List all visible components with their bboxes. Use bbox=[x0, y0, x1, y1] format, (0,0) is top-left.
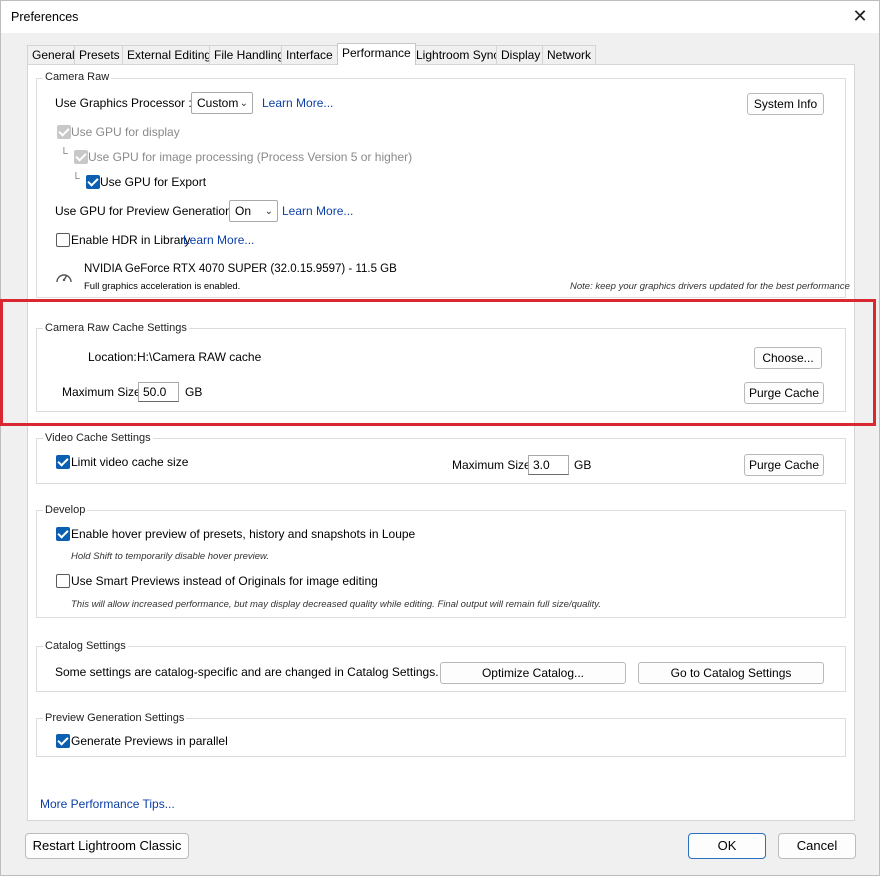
limit-video-cache-label: Limit video cache size bbox=[71, 455, 189, 469]
close-icon[interactable]: ✕ bbox=[847, 4, 873, 30]
window-title: Preferences bbox=[11, 10, 79, 24]
smart-previews-note: This will allow increased performance, b… bbox=[71, 599, 601, 610]
smart-previews-label: Use Smart Previews instead of Originals … bbox=[71, 574, 378, 588]
hdr-library-label: Enable HDR in Library bbox=[71, 233, 191, 247]
highlight-box bbox=[0, 299, 876, 426]
tab-network[interactable]: Network bbox=[542, 45, 597, 64]
gauge-icon bbox=[55, 269, 73, 285]
catalog-description: Some settings are catalog-specific and a… bbox=[55, 665, 439, 679]
tab-file-handling[interactable]: File Handling bbox=[209, 45, 290, 64]
tab-external-editing[interactable]: External Editing bbox=[122, 45, 217, 64]
gpu-preview-value: On bbox=[235, 204, 252, 218]
tab-lightroom-sync[interactable]: Lightroom Sync bbox=[411, 45, 505, 64]
tab-presets[interactable]: Presets bbox=[74, 45, 125, 64]
driver-note: Note: keep your graphics drivers updated… bbox=[570, 281, 850, 292]
gpu-image-processing-label: Use GPU for image processing (Process Ve… bbox=[88, 150, 413, 164]
cancel-button[interactable]: Cancel bbox=[778, 833, 856, 859]
system-info-button[interactable]: System Info bbox=[747, 93, 824, 115]
gpu-export-checkbox[interactable] bbox=[86, 175, 100, 189]
optimize-catalog-button[interactable]: Optimize Catalog... bbox=[440, 662, 626, 684]
hover-preview-checkbox[interactable] bbox=[56, 527, 70, 541]
learn-more-link-preview[interactable]: Learn More... bbox=[282, 204, 353, 218]
catalog-group-label: Catalog Settings bbox=[43, 640, 128, 652]
chevron-down-icon: ⌄ bbox=[264, 206, 273, 217]
learn-more-link-gpu[interactable]: Learn More... bbox=[262, 96, 333, 110]
gpu-image-processing-checkbox[interactable] bbox=[74, 150, 88, 164]
chevron-down-icon: ⌄ bbox=[239, 98, 248, 109]
title-bar: Preferences ✕ bbox=[1, 1, 879, 33]
restart-lightroom-button[interactable]: Restart Lightroom Classic bbox=[25, 833, 189, 859]
graphics-processor-value: Custom bbox=[197, 96, 239, 110]
parallel-previews-label: Generate Previews in parallel bbox=[71, 734, 228, 748]
gpu-display-checkbox[interactable] bbox=[57, 125, 71, 139]
preferences-window: Preferences ✕ General Presets External E… bbox=[0, 0, 880, 876]
graphics-processor-label: Use Graphics Processor : bbox=[55, 96, 192, 110]
tab-display[interactable]: Display bbox=[496, 45, 546, 64]
video-size-unit: GB bbox=[574, 458, 592, 472]
learn-more-link-hdr[interactable]: Learn More... bbox=[183, 233, 254, 247]
video-purge-cache-button[interactable]: Purge Cache bbox=[744, 454, 824, 476]
tab-general[interactable]: General bbox=[27, 45, 80, 64]
camera-raw-group-label: Camera Raw bbox=[43, 71, 112, 83]
smart-previews-checkbox[interactable] bbox=[56, 574, 70, 588]
tree-connector-icon: └ bbox=[60, 148, 68, 160]
graphics-processor-select[interactable]: Custom ⌄ bbox=[191, 92, 253, 114]
develop-group-label: Develop bbox=[43, 504, 88, 516]
video-cache-group-label: Video Cache Settings bbox=[43, 432, 153, 444]
gpu-name: NVIDIA GeForce RTX 4070 SUPER (32.0.15.9… bbox=[84, 263, 397, 275]
hover-preview-note: Hold Shift to temporarily disable hover … bbox=[71, 551, 270, 562]
tree-connector-icon: └ bbox=[72, 173, 80, 185]
video-max-size-input[interactable]: 3.0 bbox=[528, 455, 569, 475]
tab-interface[interactable]: Interface bbox=[281, 45, 338, 64]
limit-video-cache-checkbox[interactable] bbox=[56, 455, 70, 469]
video-max-size-label: Maximum Size: bbox=[452, 458, 535, 472]
gpu-preview-label: Use GPU for Preview Generation : bbox=[55, 204, 239, 218]
parallel-previews-checkbox[interactable] bbox=[56, 734, 70, 748]
preview-generation-group-label: Preview Generation Settings bbox=[43, 712, 187, 724]
ok-button[interactable]: OK bbox=[688, 833, 766, 859]
gpu-preview-select[interactable]: On ⌄ bbox=[229, 200, 278, 222]
go-to-catalog-settings-button[interactable]: Go to Catalog Settings bbox=[638, 662, 824, 684]
tab-performance[interactable]: Performance bbox=[337, 43, 416, 65]
gpu-display-label: Use GPU for display bbox=[71, 125, 180, 139]
hdr-library-checkbox[interactable] bbox=[56, 233, 70, 247]
gpu-export-label: Use GPU for Export bbox=[100, 175, 207, 189]
hover-preview-label: Enable hover preview of presets, history… bbox=[71, 527, 416, 541]
more-performance-tips-link[interactable]: More Performance Tips... bbox=[40, 797, 175, 811]
gpu-status: Full graphics acceleration is enabled. bbox=[84, 281, 241, 292]
